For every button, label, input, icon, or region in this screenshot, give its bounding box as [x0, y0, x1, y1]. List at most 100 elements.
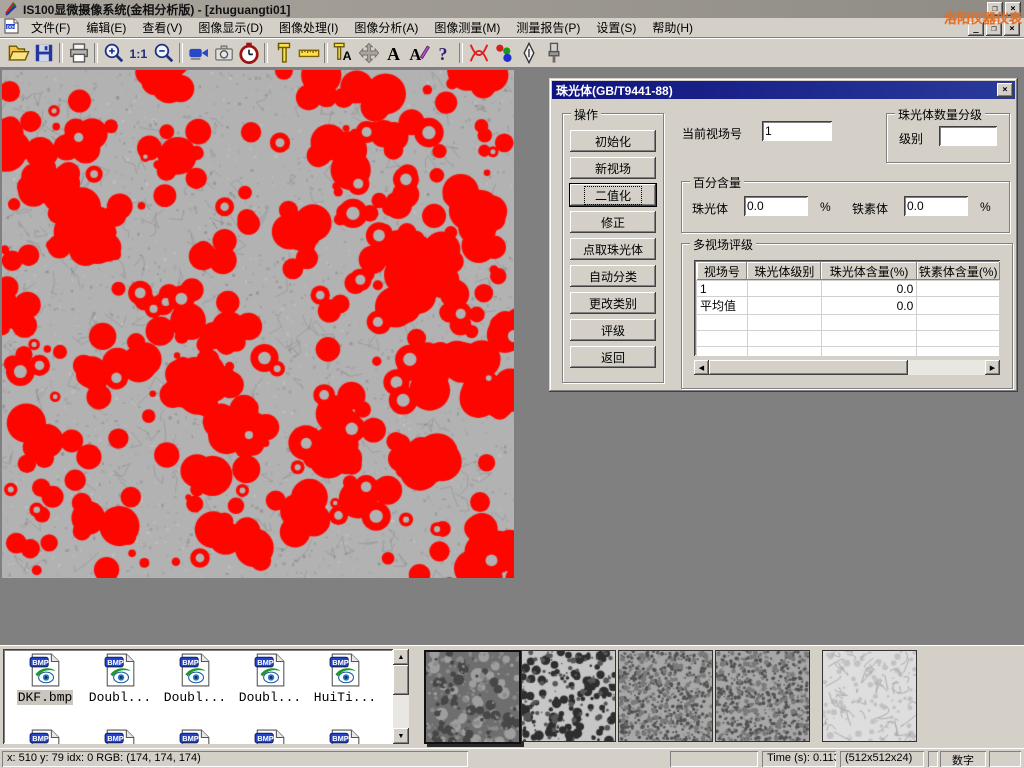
camera-icon[interactable]	[211, 41, 236, 66]
file-item-row2[interactable]: BMP	[84, 729, 156, 744]
pearlite-percent-input[interactable]	[744, 196, 808, 216]
scroll-down-icon[interactable]: ▼	[393, 728, 409, 744]
multifield-table[interactable]: 视场号珠光体级别珠光体含量(%)铁素体含量(%)10.0平均值0.0	[694, 260, 1000, 356]
op-button-6[interactable]: 更改类别	[570, 292, 656, 314]
file-item-HuiTi...[interactable]: BMPHuiTi...	[309, 653, 381, 705]
ruler-icon[interactable]	[296, 41, 321, 66]
document-icon[interactable]: DOC	[4, 18, 19, 37]
table-row[interactable]: 10.0	[697, 281, 1000, 297]
table-row[interactable]: 平均值0.0	[697, 297, 1000, 315]
menu-bar: DOC 文件(F)编辑(E)查看(V)图像显示(D)图像处理(I)图像分析(A)…	[0, 18, 1024, 38]
op-button-2[interactable]: 二值化	[570, 184, 656, 206]
table-horizontal-scrollbar[interactable]: ◀ ▶	[694, 360, 1000, 375]
op-button-5[interactable]: 自动分类	[570, 265, 656, 287]
timer-icon[interactable]	[236, 41, 261, 66]
text-icon[interactable]: A	[381, 41, 406, 66]
measure-text-icon[interactable]: A	[331, 41, 356, 66]
table-row[interactable]	[697, 331, 1000, 347]
scrollbar-thumb[interactable]	[393, 665, 409, 695]
file-item-row2[interactable]: BMP	[159, 729, 231, 744]
file-item-row2[interactable]: BMP	[309, 729, 381, 744]
status-panel-5: 数字	[940, 751, 986, 767]
status-bar: x: 510 y: 79 idx: 0 RGB: (174, 174, 174)…	[0, 748, 1024, 768]
file-item-row2[interactable]: BMP	[234, 729, 306, 744]
red-curve-icon[interactable]	[466, 41, 491, 66]
thumbnail-light-lamellar-micrograph[interactable]	[822, 650, 917, 742]
svg-text:BMP: BMP	[107, 734, 124, 743]
scroll-right-icon[interactable]: ▶	[985, 360, 1000, 375]
table-row[interactable]	[697, 347, 1000, 357]
svg-text:BMP: BMP	[32, 734, 49, 743]
op-button-4[interactable]: 点取珠光体	[570, 238, 656, 260]
table-header-1[interactable]: 珠光体级别	[747, 262, 821, 281]
op-button-3[interactable]: 修正	[570, 211, 656, 233]
zoom-in-icon[interactable]	[101, 41, 126, 66]
thumbnail-fine-speckle-micrograph[interactable]	[715, 650, 810, 742]
dialog-title-bar[interactable]: 珠光体(GB/T9441-88) ×	[552, 81, 1015, 99]
ferrite-percent-input[interactable]	[904, 196, 968, 216]
table-header-2[interactable]: 珠光体含量(%)	[821, 262, 916, 281]
op-button-0[interactable]: 初始化	[570, 130, 656, 152]
svg-text:BMP: BMP	[107, 658, 124, 667]
svg-text:A: A	[409, 45, 421, 64]
file-browser-panel: BMPDKF.bmpBMPDoubl...BMPDoubl...BMPDoubl…	[0, 645, 1024, 748]
dialog-close-button[interactable]: ×	[997, 83, 1013, 97]
ferrite-label: 铁素体	[852, 200, 888, 217]
table-header-3[interactable]: 铁素体含量(%)	[917, 262, 1000, 281]
print-icon[interactable]	[66, 41, 91, 66]
file-item-Doubl...[interactable]: BMPDoubl...	[234, 653, 306, 705]
color-dots-icon[interactable]	[491, 41, 516, 66]
bmp-file-icon: BMP	[234, 653, 306, 690]
file-item-row2[interactable]: BMP	[9, 729, 81, 744]
scrollbar-thumb[interactable]	[709, 360, 908, 375]
scroll-left-icon[interactable]: ◀	[694, 360, 709, 375]
menu-item-9[interactable]: 帮助(H)	[644, 17, 701, 38]
dialog-title: 珠光体(GB/T9441-88)	[556, 82, 673, 99]
pen-icon[interactable]	[516, 41, 541, 66]
current-field-input[interactable]	[762, 121, 832, 141]
menu-item-2[interactable]: 查看(V)	[134, 17, 190, 38]
percent-group: 百分含量 珠光体 % 铁素体 %	[681, 181, 1010, 233]
op-button-1[interactable]: 新视场	[570, 157, 656, 179]
brush-icon[interactable]	[541, 41, 566, 66]
table-header-0[interactable]: 视场号	[697, 262, 748, 281]
file-list[interactable]: BMPDKF.bmpBMPDoubl...BMPDoubl...BMPDoubl…	[3, 649, 393, 744]
thumbnail-fine-speckle-micrograph[interactable]	[618, 650, 713, 742]
svg-text:DOC: DOC	[7, 24, 18, 29]
file-item-Doubl...[interactable]: BMPDoubl...	[84, 653, 156, 705]
actual-size-icon[interactable]: 1:1	[126, 41, 151, 66]
move-cross-icon[interactable]	[356, 41, 381, 66]
zoom-out-icon[interactable]	[151, 41, 176, 66]
toolbar: 1:1AAA?	[0, 38, 1024, 68]
metallographic-image[interactable]	[2, 70, 514, 578]
file-item-DKF.bmp[interactable]: BMPDKF.bmp	[9, 653, 81, 705]
bmp-file-icon: BMP	[9, 653, 81, 690]
op-button-7[interactable]: 评级	[570, 319, 656, 341]
thumbnail-dark-coarse-micrograph[interactable]	[424, 650, 521, 744]
table-row[interactable]	[697, 315, 1000, 331]
op-button-8[interactable]: 返回	[570, 346, 656, 368]
ferrite-percent-sign: %	[980, 200, 991, 214]
menu-item-7[interactable]: 测量报告(P)	[508, 17, 588, 38]
file-item-Doubl...[interactable]: BMPDoubl...	[159, 653, 231, 705]
video-camera-icon[interactable]	[186, 41, 211, 66]
svg-text:A: A	[342, 49, 351, 63]
file-list-scrollbar[interactable]: ▲ ▼	[393, 649, 409, 744]
help-icon[interactable]: ?	[431, 41, 456, 66]
scroll-up-icon[interactable]: ▲	[393, 649, 409, 665]
toolbar-separator	[59, 43, 63, 63]
caliper-icon[interactable]	[271, 41, 296, 66]
thumbnail-high-contrast-micrograph[interactable]	[521, 650, 616, 742]
menu-item-8[interactable]: 设置(S)	[588, 17, 644, 38]
grade-input[interactable]	[939, 126, 997, 146]
menu-item-1[interactable]: 编辑(E)	[78, 17, 134, 38]
menu-item-4[interactable]: 图像处理(I)	[271, 17, 346, 38]
open-icon[interactable]	[6, 41, 31, 66]
text-edit-icon[interactable]: A	[406, 41, 431, 66]
menu-item-3[interactable]: 图像显示(D)	[190, 17, 271, 38]
bmp-file-icon: BMP	[84, 653, 156, 690]
save-icon[interactable]	[31, 41, 56, 66]
menu-item-0[interactable]: 文件(F)	[23, 17, 78, 38]
menu-item-6[interactable]: 图像测量(M)	[426, 17, 508, 38]
menu-item-5[interactable]: 图像分析(A)	[346, 17, 426, 38]
